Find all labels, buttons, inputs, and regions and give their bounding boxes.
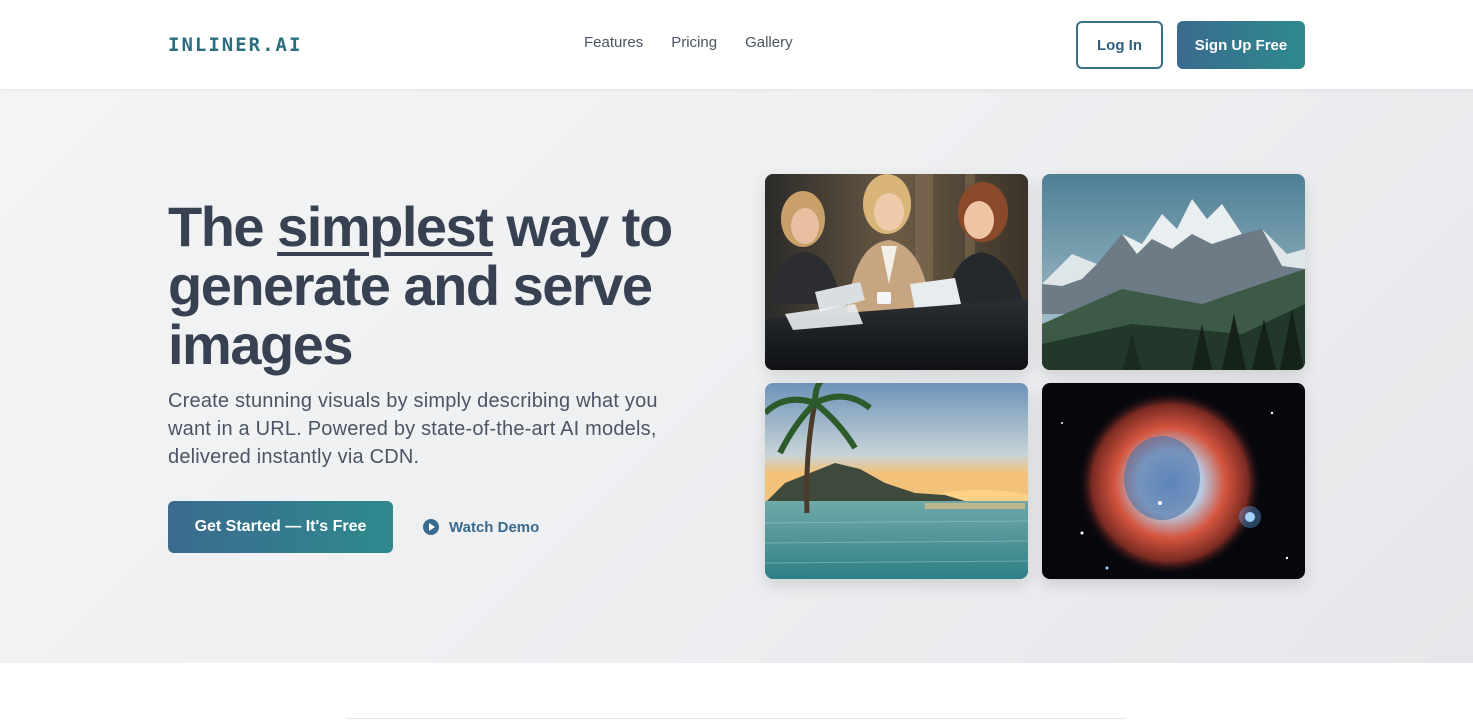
hero-section: The simplest way to generate and serve i… (0, 89, 1473, 663)
section-divider (346, 718, 1126, 719)
headline-pre: The (168, 195, 278, 258)
nav-link-gallery[interactable]: Gallery (745, 34, 793, 51)
tropical-beach-image (765, 383, 1028, 579)
site-header: INLINER.AI Features Pricing Gallery Log … (0, 0, 1473, 89)
business-meeting-image (765, 174, 1028, 370)
hero-headline: The simplest way to generate and serve i… (168, 197, 728, 374)
watch-demo-button[interactable]: Watch Demo (423, 515, 539, 539)
hero-subtext: Create stunning visuals by simply descri… (168, 390, 658, 468)
watch-demo-label: Watch Demo (449, 518, 540, 536)
main-nav: Features Pricing Gallery (584, 34, 793, 51)
play-icon (423, 519, 439, 535)
mountain-landscape-image (1042, 174, 1305, 370)
get-started-button[interactable]: Get Started — It's Free (168, 501, 393, 553)
logo[interactable]: INLINER.AI (168, 34, 302, 56)
headline-emphasis: simplest (277, 195, 494, 258)
login-button[interactable]: Log In (1076, 21, 1163, 69)
nav-link-features[interactable]: Features (584, 34, 643, 51)
signup-button[interactable]: Sign Up Free (1177, 21, 1305, 69)
nav-link-pricing[interactable]: Pricing (671, 34, 717, 51)
nebula-image (1042, 383, 1305, 579)
